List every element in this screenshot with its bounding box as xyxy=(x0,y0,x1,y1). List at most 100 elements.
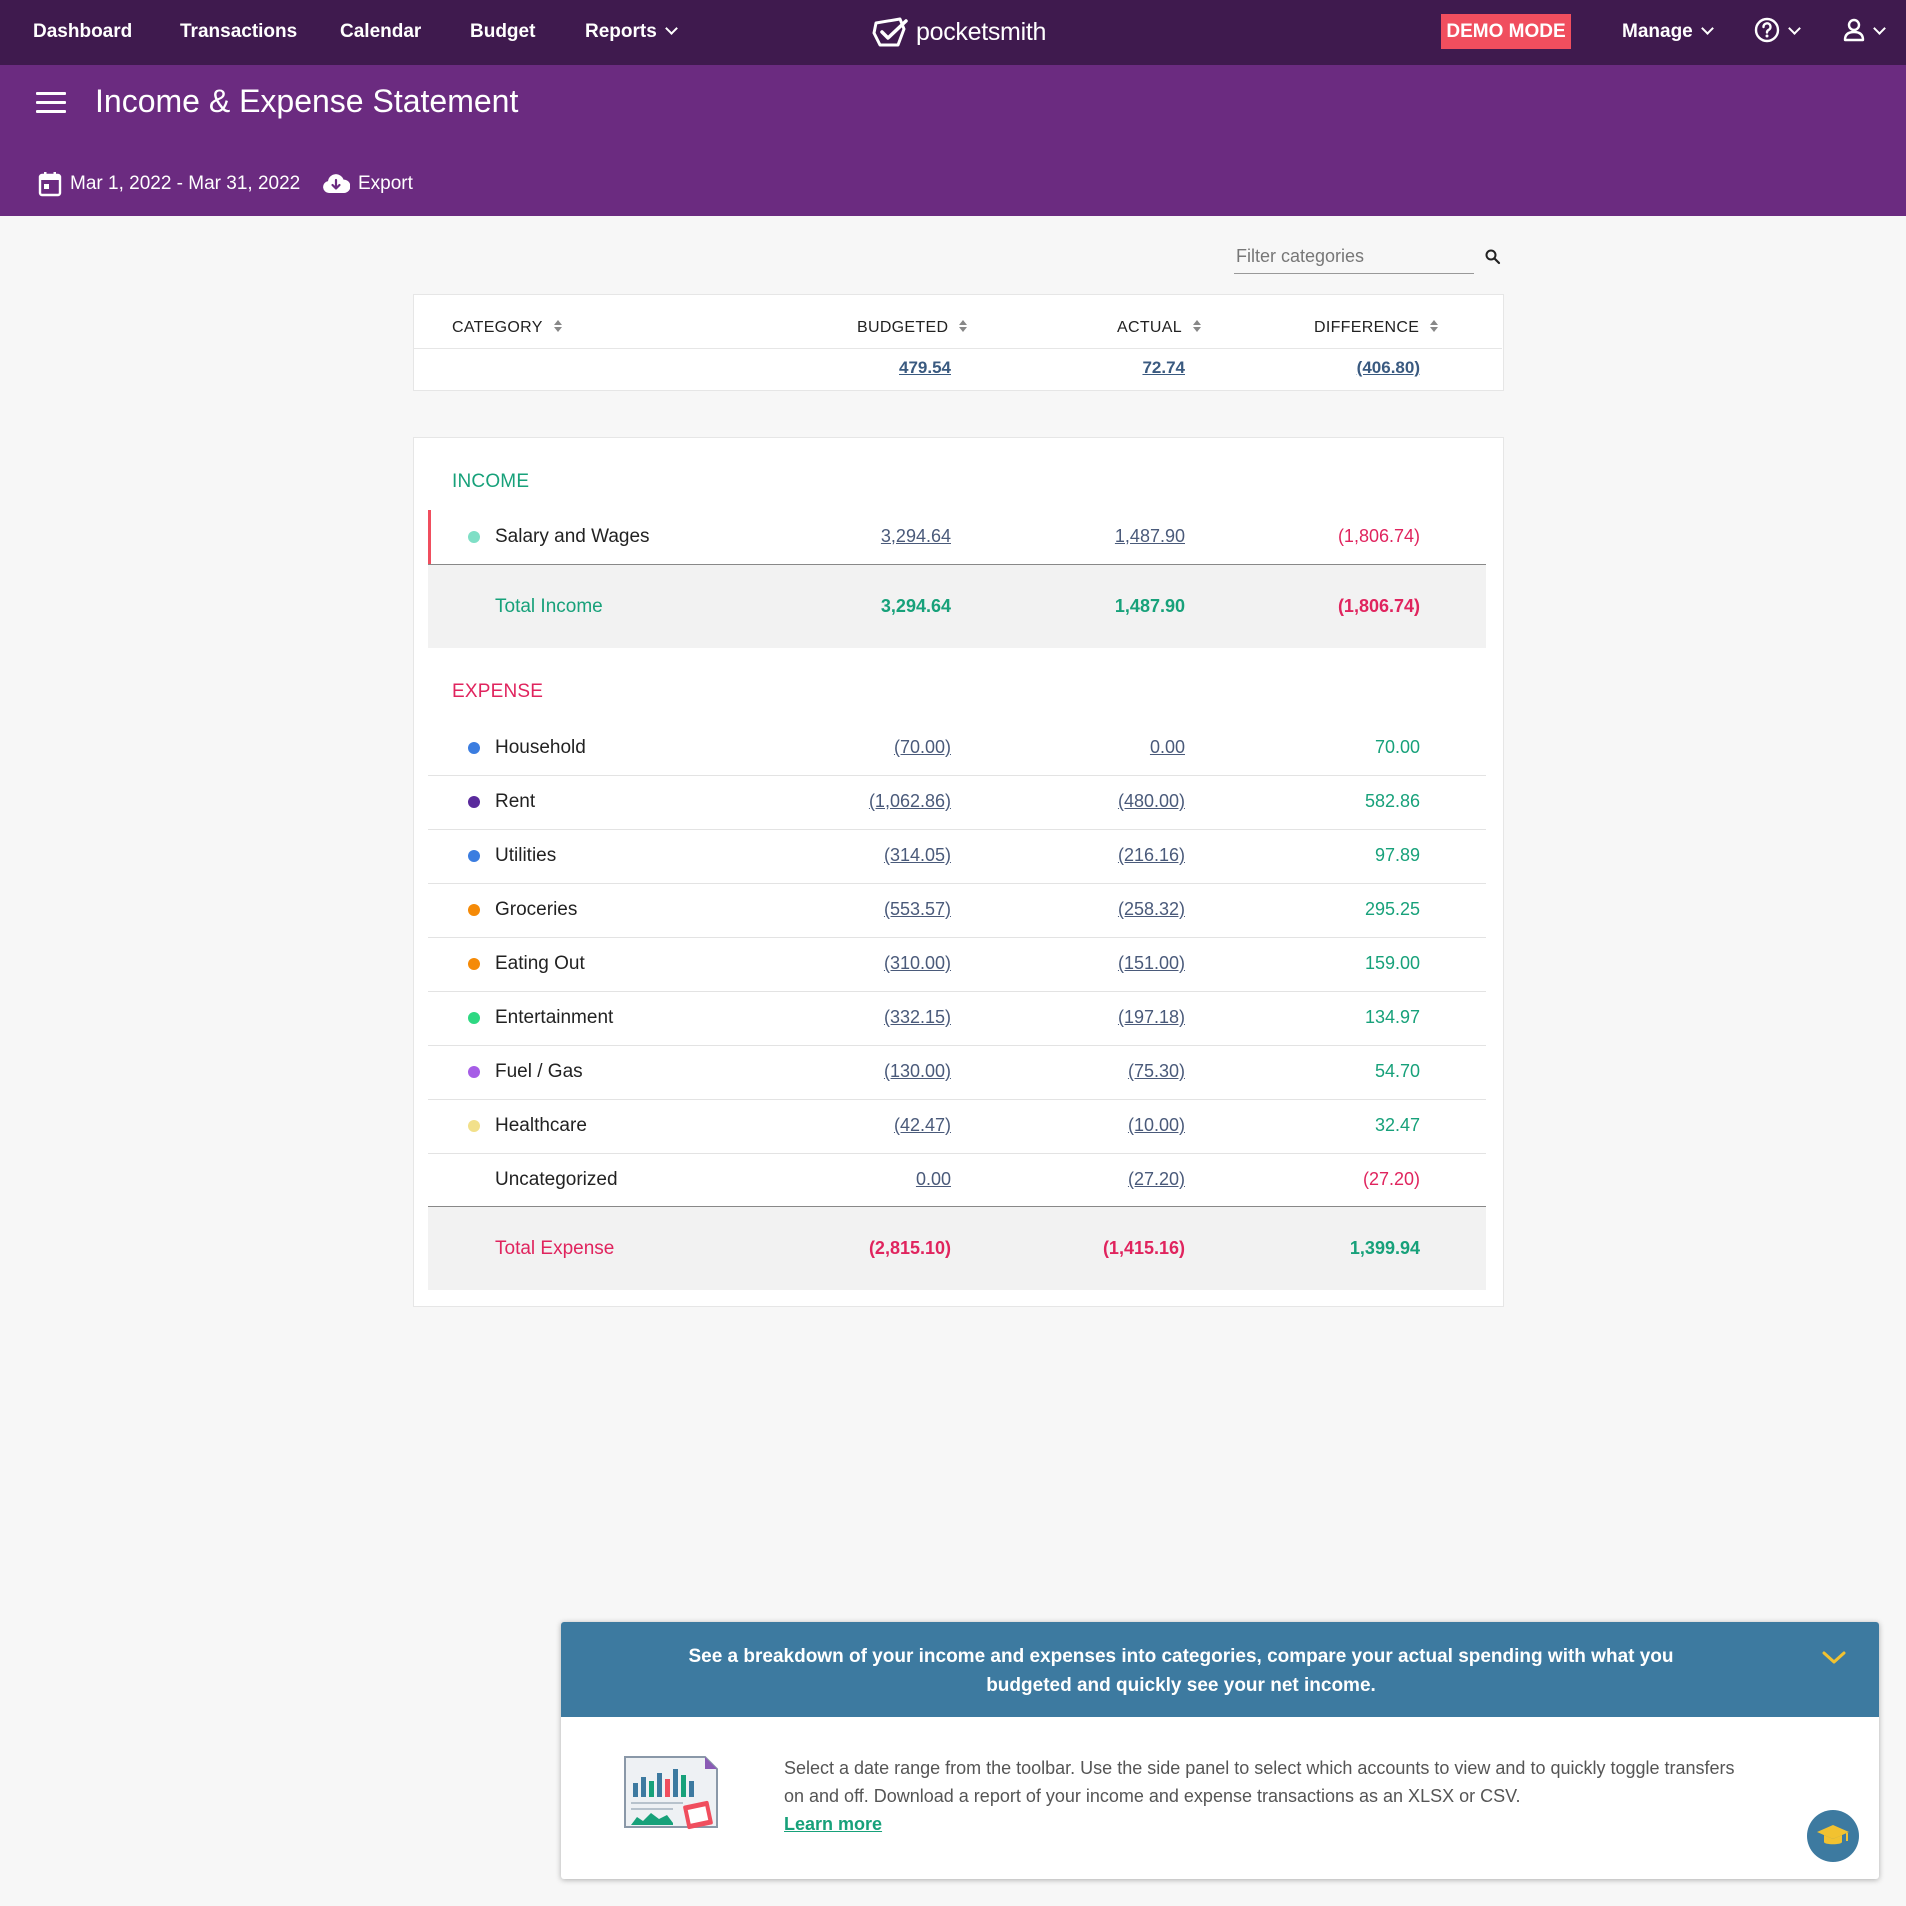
user-menu[interactable] xyxy=(1843,0,1886,65)
export-label: Export xyxy=(358,173,413,194)
learning-center-button[interactable] xyxy=(1807,1810,1859,1862)
net-actual[interactable]: 72.74 xyxy=(1142,358,1185,378)
difference-value: 97.89 xyxy=(1374,845,1420,865)
category-name[interactable]: Entertainment xyxy=(495,1007,613,1029)
category-color-dot xyxy=(468,796,480,808)
actual-value[interactable]: (10.00) xyxy=(1128,1115,1185,1136)
category-name[interactable]: Rent xyxy=(495,791,535,813)
row-divider xyxy=(428,991,1486,992)
divider xyxy=(413,348,1502,349)
help-tip-header[interactable]: See a breakdown of your income and expen… xyxy=(561,1622,1879,1717)
category-color-dot xyxy=(468,1120,480,1132)
net-budgeted[interactable]: 479.54 xyxy=(899,358,951,378)
actual-value[interactable]: (27.20) xyxy=(1128,1169,1185,1190)
sort-icon xyxy=(958,319,968,333)
category-name[interactable]: Eating Out xyxy=(495,953,585,975)
demo-mode-badge: DEMO MODE xyxy=(1441,14,1571,49)
total-expense-difference: 1,399.94 xyxy=(1349,1238,1420,1258)
calendar-icon xyxy=(38,172,62,197)
actual-value[interactable]: 0.00 xyxy=(1150,737,1185,758)
net-difference[interactable]: (406.80) xyxy=(1357,358,1420,378)
table-row[interactable] xyxy=(428,721,1486,775)
learn-more-link[interactable]: Learn more xyxy=(784,1814,882,1834)
help-tip-text: Select a date range from the toolbar. Us… xyxy=(784,1758,1735,1806)
actual-value[interactable]: (216.16) xyxy=(1118,845,1185,866)
nav-reports-label: Reports xyxy=(585,21,657,42)
difference-value: 32.47 xyxy=(1374,1115,1420,1135)
budgeted-value[interactable]: (553.57) xyxy=(884,899,951,920)
budgeted-value[interactable]: (1,062.86) xyxy=(869,791,951,812)
budgeted-value[interactable]: (70.00) xyxy=(894,737,951,758)
budgeted-value[interactable]: (130.00) xyxy=(884,1061,951,1082)
actual-value[interactable]: (151.00) xyxy=(1118,953,1185,974)
budgeted-value[interactable]: (310.00) xyxy=(884,953,951,974)
nav-manage[interactable]: Manage xyxy=(1622,0,1714,65)
filter-categories-input[interactable] xyxy=(1234,241,1468,271)
help-tip-panel: See a breakdown of your income and expen… xyxy=(561,1622,1879,1879)
brand-logo[interactable]: pocketsmith xyxy=(870,13,1046,51)
difference-value: (27.20) xyxy=(1362,1169,1420,1189)
column-header-actual[interactable]: ACTUAL xyxy=(1117,319,1202,337)
total-expense-budgeted: (2,815.10) xyxy=(868,1238,951,1258)
page-title: Income & Expense Statement xyxy=(95,83,519,119)
budgeted-value[interactable]: (332.15) xyxy=(884,1007,951,1028)
budgeted-value[interactable]: (314.05) xyxy=(884,845,951,866)
actual-value[interactable]: (258.32) xyxy=(1118,899,1185,920)
date-range-picker[interactable]: Mar 1, 2022 - Mar 31, 2022 xyxy=(38,169,300,199)
row-divider xyxy=(428,883,1486,884)
nav-dashboard[interactable]: Dashboard xyxy=(33,0,132,65)
chevron-down-icon[interactable] xyxy=(1821,1649,1847,1667)
column-header-difference-label: DIFFERENCE xyxy=(1314,319,1420,336)
chevron-down-icon xyxy=(664,22,678,35)
budgeted-value[interactable]: 0.00 xyxy=(916,1169,951,1190)
help-tip-headline: See a breakdown of your income and expen… xyxy=(688,1646,1674,1696)
row-divider xyxy=(428,1045,1486,1046)
cloud-download-icon xyxy=(323,174,350,193)
difference-value: (1,806.74) xyxy=(1337,526,1420,546)
budgeted-value[interactable]: 3,294.64 xyxy=(881,526,951,547)
nav-transactions[interactable]: Transactions xyxy=(180,0,297,65)
total-income-label: Total Income xyxy=(495,596,603,617)
table-row[interactable] xyxy=(428,937,1486,991)
column-header-difference[interactable]: DIFFERENCE xyxy=(1314,319,1439,337)
table-row[interactable] xyxy=(428,775,1486,829)
difference-value: 54.70 xyxy=(1374,1061,1420,1081)
actual-value[interactable]: 1,487.90 xyxy=(1115,526,1185,547)
nav-manage-label: Manage xyxy=(1622,21,1693,42)
table-row[interactable] xyxy=(428,883,1486,937)
category-name[interactable]: Household xyxy=(495,737,586,759)
category-name[interactable]: Uncategorized xyxy=(495,1169,618,1191)
nav-calendar[interactable]: Calendar xyxy=(340,0,421,65)
search-icon[interactable] xyxy=(1484,248,1502,271)
category-color-dot xyxy=(468,904,480,916)
actual-value[interactable]: (75.30) xyxy=(1128,1061,1185,1082)
help-tip-body: Select a date range from the toolbar. Us… xyxy=(784,1754,1744,1838)
column-header-category[interactable]: CATEGORY xyxy=(452,319,563,337)
row-divider xyxy=(428,775,1486,776)
budgeted-value[interactable]: (42.47) xyxy=(894,1115,951,1136)
category-color-dot xyxy=(468,1066,480,1078)
category-name[interactable]: Fuel / Gas xyxy=(495,1061,583,1083)
menu-icon[interactable] xyxy=(36,92,66,114)
chevron-down-icon xyxy=(1788,22,1801,35)
category-name[interactable]: Salary and Wages xyxy=(495,526,650,548)
table-row[interactable] xyxy=(428,829,1486,883)
total-expense-actual: (1,415.16) xyxy=(1102,1238,1185,1258)
category-name[interactable]: Groceries xyxy=(495,899,577,921)
column-header-budgeted[interactable]: BUDGETED xyxy=(857,319,968,337)
actual-value[interactable]: (480.00) xyxy=(1118,791,1185,812)
category-name[interactable]: Healthcare xyxy=(495,1115,587,1137)
total-income-budgeted: 3,294.64 xyxy=(880,596,951,616)
pocketsmith-logo-icon xyxy=(872,17,908,47)
category-name[interactable]: Utilities xyxy=(495,845,556,867)
row-divider xyxy=(428,1099,1486,1100)
expense-section-label: EXPENSE xyxy=(452,681,544,702)
actual-value[interactable]: (197.18) xyxy=(1118,1007,1185,1028)
export-button[interactable]: Export xyxy=(322,169,413,199)
help-menu[interactable] xyxy=(1754,0,1801,65)
top-navigation: Dashboard Transactions Calendar Budget R… xyxy=(0,0,1906,65)
nav-reports[interactable]: Reports xyxy=(585,0,678,65)
table-row[interactable] xyxy=(428,1045,1486,1099)
nav-budget[interactable]: Budget xyxy=(470,0,535,65)
category-color-dot xyxy=(468,742,480,754)
